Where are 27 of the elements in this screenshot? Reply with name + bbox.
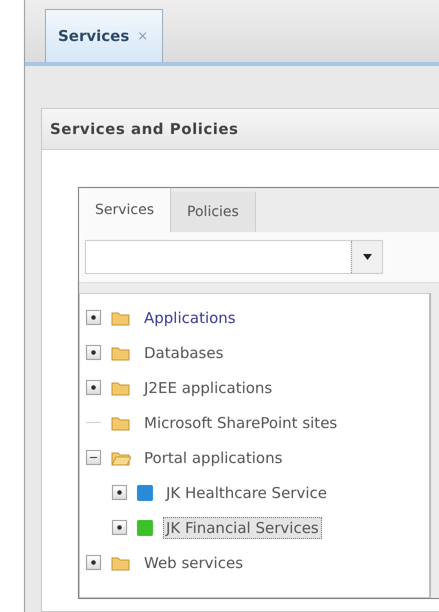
tree-item[interactable]: JK Financial Services [163, 516, 322, 538]
folder-icon [111, 414, 131, 430]
tree-item[interactable]: J2EE applications [141, 376, 276, 398]
expand-button[interactable] [86, 310, 101, 325]
panel-title: Services and Policies [50, 120, 238, 138]
dropdown-icon[interactable] [362, 254, 372, 260]
tree-item[interactable]: JK Healthcare Service [163, 482, 330, 504]
collapse-button[interactable] [86, 450, 101, 465]
expand-button[interactable] [86, 380, 101, 395]
expand-button[interactable] [86, 555, 101, 570]
folder-icon [111, 310, 131, 326]
tree-item[interactable]: Portal applications [141, 446, 286, 468]
tab[interactable]: Services [79, 188, 172, 232]
tree-item[interactable]: Web services [141, 552, 246, 574]
folder-icon [111, 344, 131, 360]
expand-button[interactable] [112, 520, 127, 535]
tree-item[interactable]: Databases [141, 342, 226, 364]
tree-item[interactable]: Applications [141, 306, 239, 328]
folder-icon [111, 554, 131, 570]
tab[interactable]: Services × [45, 9, 164, 62]
tab[interactable]: Policies [171, 192, 256, 232]
tab-label[interactable]: Services [58, 27, 130, 45]
expand-button[interactable] [112, 485, 127, 500]
expand-button[interactable] [86, 345, 101, 360]
folder-icon [111, 380, 131, 396]
open-folder-icon [111, 450, 131, 466]
tree-item[interactable]: Microsoft SharePoint sites [141, 412, 340, 434]
